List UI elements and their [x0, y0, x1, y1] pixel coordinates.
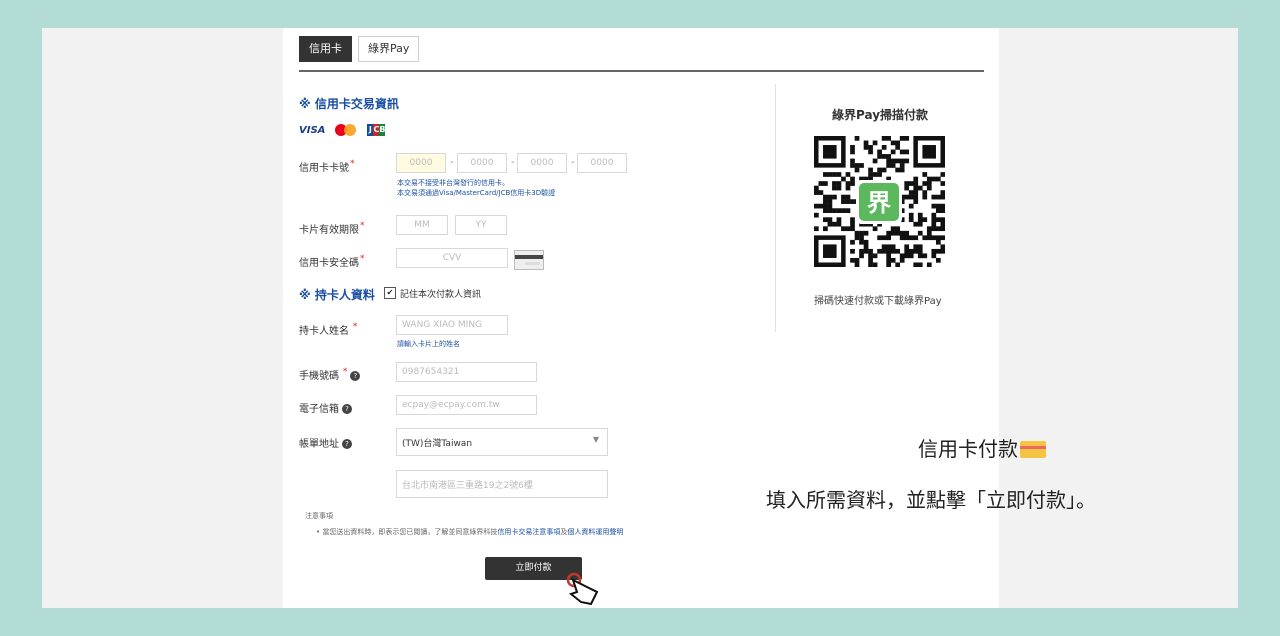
notice-link-terms[interactable]: 信用卡交易注意事項	[497, 528, 560, 536]
chevron-down-icon: ▼	[592, 435, 599, 444]
address-input[interactable]: 台北市南港區三重路19之2號6樓	[396, 470, 608, 498]
notice-link-privacy[interactable]: 個人資料運用聲明	[567, 528, 623, 536]
visa-icon: VISA	[299, 124, 326, 136]
help-icon[interactable]: ?	[342, 439, 352, 449]
hand-cursor-icon	[566, 572, 599, 606]
card-back-icon	[514, 250, 544, 270]
jcb-icon: JCB	[367, 124, 386, 136]
section-card-title: ※ 信用卡交易資訊	[299, 97, 399, 111]
phone-input[interactable]: 0987654321	[396, 362, 537, 382]
email-input[interactable]: ecpay@ecpay.com.tw	[396, 395, 537, 415]
country-select-value: (TW)台灣Taiwan	[402, 438, 473, 449]
card-notes: 本交易不接受非台灣發行的信用卡。 本交易須通過Visa/MasterCard/J…	[397, 178, 555, 198]
section-holder-title: ※ 持卡人資料	[299, 288, 375, 302]
card-dash: -	[511, 157, 515, 168]
cvv-input[interactable]: CVV	[396, 248, 508, 268]
card-note-1: 本交易不接受非台灣發行的信用卡。	[397, 179, 509, 187]
card-dash: -	[571, 157, 575, 168]
label-card-number: 信用卡卡號*	[299, 159, 355, 174]
help-icon[interactable]: ?	[342, 404, 352, 414]
country-select[interactable]: (TW)台灣Taiwan ▼	[396, 428, 608, 456]
tab-credit-card[interactable]: 信用卡	[299, 36, 352, 62]
label-name: 持卡人姓名 *	[299, 322, 358, 337]
name-note: 請輸入卡片上的姓名	[397, 340, 460, 348]
card-brand-logos: VISA JCB	[299, 124, 386, 136]
label-phone: 手機號碼 *?	[299, 367, 361, 382]
label-expiry: 卡片有效期限*	[299, 221, 365, 236]
help-icon[interactable]: ?	[350, 371, 361, 381]
expiry-month-input[interactable]: MM	[396, 215, 448, 235]
remember-label: 記住本次付款人資訊	[400, 290, 482, 300]
payment-tabs: 信用卡 綠界Pay	[299, 36, 420, 62]
card-number-input-4[interactable]: 0000	[577, 153, 627, 173]
qr-logo: 界	[867, 189, 891, 217]
overlay-line1: 信用卡付款	[918, 433, 1046, 462]
qr-caption: 掃碼快速付款或下載綠界Pay	[814, 296, 942, 307]
mastercard-icon	[335, 124, 357, 136]
notice-text: • 當您送出資料時，即表示您已閱讀，了解並同意綠界科技信用卡交易注意事項及個人資…	[316, 528, 624, 536]
column-divider	[775, 84, 776, 332]
qr-title: 綠界Pay掃描付款	[832, 108, 929, 122]
name-input[interactable]: WANG XIAO MING	[396, 315, 508, 335]
remember-checkbox[interactable]: ✔	[384, 287, 396, 299]
card-number-input-3[interactable]: 0000	[517, 153, 567, 173]
card-note-2: 本交易須通過Visa/MasterCard/JCB信用卡3D驗證	[397, 189, 556, 197]
tab-underline	[299, 70, 984, 72]
notice-title: 注意事項	[305, 512, 333, 520]
credit-card-icon	[1020, 441, 1046, 458]
card-dash: -	[450, 157, 454, 168]
label-cvv: 信用卡安全碼*	[299, 254, 365, 269]
card-number-input-2[interactable]: 0000	[457, 153, 507, 173]
label-email: 電子信箱?	[299, 400, 352, 415]
tab-ecpay[interactable]: 綠界Pay	[358, 36, 420, 62]
card-number-input-1[interactable]: 0000	[396, 153, 446, 173]
label-address: 帳單地址?	[299, 435, 352, 450]
expiry-year-input[interactable]: YY	[455, 215, 507, 235]
qr-code: 界	[814, 136, 945, 267]
overlay-line2: 填入所需資料，並點擊「立即付款」。	[766, 488, 1096, 512]
